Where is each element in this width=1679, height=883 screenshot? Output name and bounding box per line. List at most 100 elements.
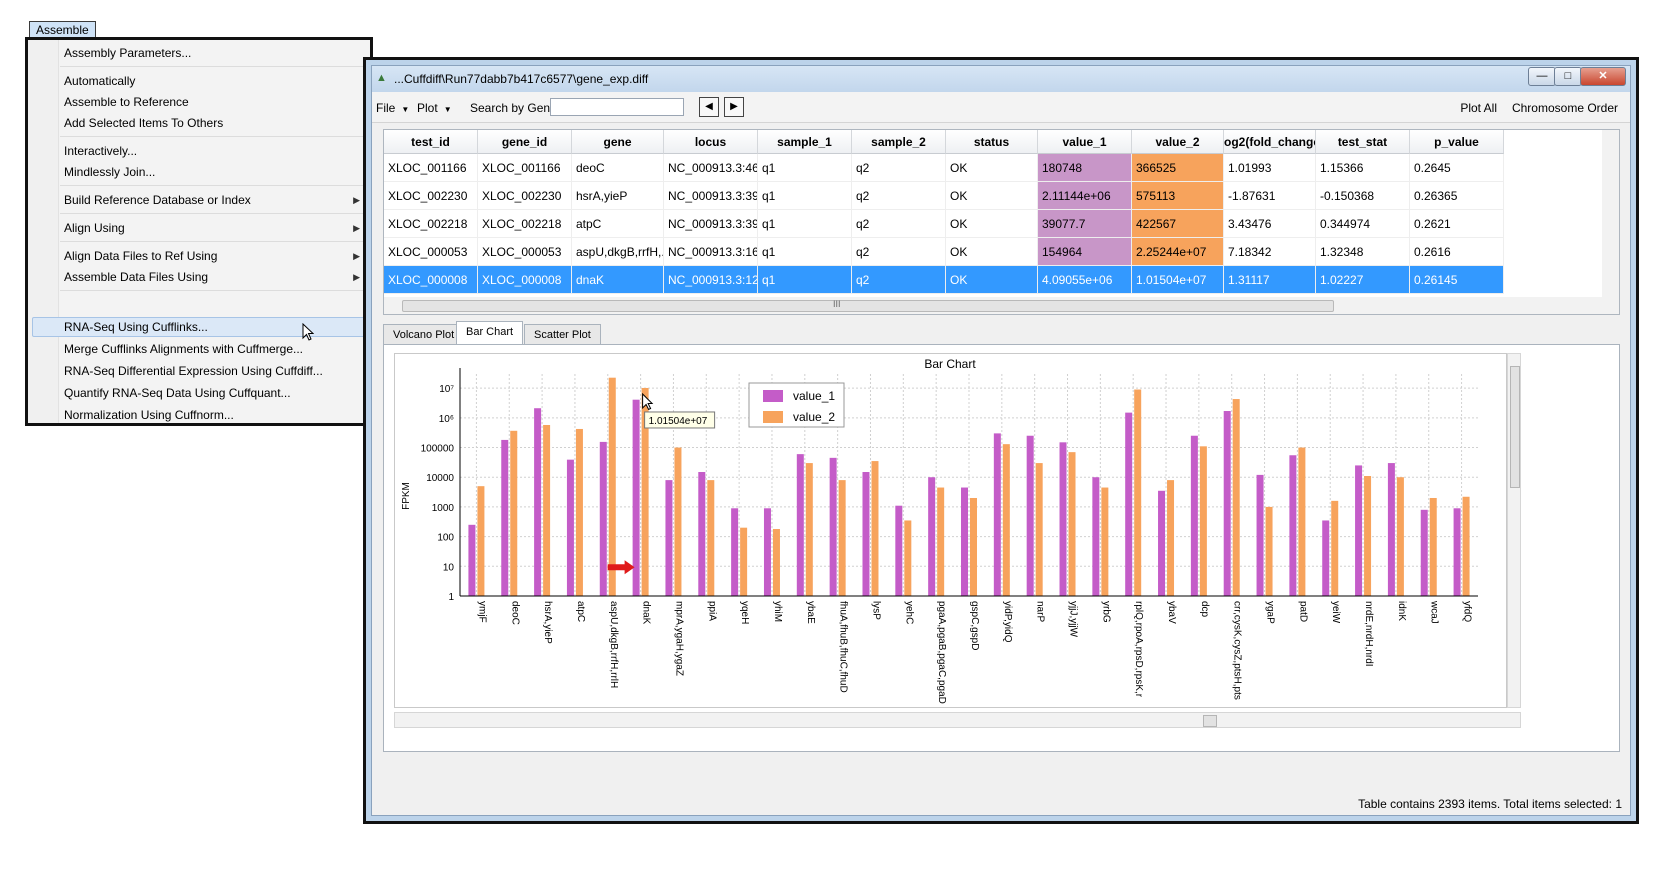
chart-horizontal-scrollbar[interactable] bbox=[394, 712, 1521, 728]
plot-menu-button[interactable]: Plot ▼ bbox=[417, 101, 452, 115]
column-header-gene[interactable]: gene bbox=[572, 130, 664, 154]
next-arrow-icon[interactable]: ▶ bbox=[724, 97, 744, 117]
table-cell[interactable]: OK bbox=[946, 266, 1038, 294]
table-cell[interactable]: XLOC_002218 bbox=[478, 210, 572, 238]
table-cell[interactable]: hsrA,yieP bbox=[572, 182, 664, 210]
table-cell[interactable]: 1.01504e+07 bbox=[1132, 266, 1224, 294]
column-header-og2-fold-change[interactable]: og2(fold_change bbox=[1224, 130, 1316, 154]
table-cell[interactable]: XLOC_002218 bbox=[384, 210, 478, 238]
table-cell[interactable]: 180748 bbox=[1038, 154, 1132, 182]
table-cell[interactable]: 0.2616 bbox=[1410, 238, 1504, 266]
table-cell[interactable]: 1.02227 bbox=[1316, 266, 1410, 294]
menu-item-build-reference-database[interactable]: Build Reference Database or Index bbox=[64, 193, 251, 207]
column-header-locus[interactable]: locus bbox=[664, 130, 758, 154]
close-button[interactable]: ✕ bbox=[1580, 67, 1626, 86]
bar-chart-area[interactable]: Bar Chart 1 10 100 1000 10000 100000 10⁶ 10⁷ FPKM… bbox=[394, 353, 1507, 708]
scroll-thumb[interactable] bbox=[1510, 366, 1520, 488]
table-cell[interactable]: XLOC_002230 bbox=[478, 182, 572, 210]
table-cell[interactable]: q1 bbox=[758, 182, 852, 210]
plot-all-button[interactable]: Plot All bbox=[1460, 101, 1497, 115]
table-cell[interactable]: 0.2645 bbox=[1410, 154, 1504, 182]
table-cell[interactable]: 366525 bbox=[1132, 154, 1224, 182]
table-cell[interactable]: q1 bbox=[758, 266, 852, 294]
table-cell[interactable]: atpC bbox=[572, 210, 664, 238]
table-cell[interactable]: q2 bbox=[852, 182, 946, 210]
title-bar[interactable]: ▲ ...Cuffdiff\Run77dabb7b417c6577\gene_e… bbox=[372, 66, 1630, 92]
table-cell[interactable]: XLOC_001166 bbox=[478, 154, 572, 182]
tab-volcano-plot[interactable]: Volcano Plot bbox=[383, 324, 465, 344]
column-header-test-stat[interactable]: test_stat bbox=[1316, 130, 1410, 154]
table-cell[interactable]: NC_000913.3:39... bbox=[664, 210, 758, 238]
table-horizontal-scrollbar[interactable]: III bbox=[384, 297, 1619, 314]
menu-item-rna-seq-cufflinks[interactable]: RNA-Seq Using Cufflinks... bbox=[64, 320, 208, 334]
table-cell[interactable]: 422567 bbox=[1132, 210, 1224, 238]
table-cell[interactable]: deoC bbox=[572, 154, 664, 182]
column-header-sample-1[interactable]: sample_1 bbox=[758, 130, 852, 154]
table-cell[interactable]: q2 bbox=[852, 210, 946, 238]
table-cell[interactable]: NC_000913.3:12... bbox=[664, 266, 758, 294]
table-cell[interactable]: 575113 bbox=[1132, 182, 1224, 210]
table-cell[interactable]: OK bbox=[946, 210, 1038, 238]
prev-arrow-icon[interactable]: ◀ bbox=[699, 97, 719, 117]
table-cell[interactable]: q1 bbox=[758, 154, 852, 182]
menu-item-assembly-parameters[interactable]: Assembly Parameters... bbox=[64, 46, 191, 60]
table-cell[interactable]: q1 bbox=[758, 238, 852, 266]
tab-bar-chart[interactable]: Bar Chart bbox=[456, 321, 524, 345]
table-cell[interactable]: 0.2621 bbox=[1410, 210, 1504, 238]
column-header-sample-2[interactable]: sample_2 bbox=[852, 130, 946, 154]
column-header-value-2[interactable]: value_2 bbox=[1132, 130, 1224, 154]
menu-item-assemble-to-reference[interactable]: Assemble to Reference bbox=[64, 95, 189, 109]
table-cell[interactable]: XLOC_001166 bbox=[384, 154, 478, 182]
table-cell[interactable]: NC_000913.3:39... bbox=[664, 182, 758, 210]
table-cell[interactable]: -1.87631 bbox=[1224, 182, 1316, 210]
table-cell[interactable]: 2.11144e+06 bbox=[1038, 182, 1132, 210]
scroll-thumb[interactable]: III bbox=[402, 299, 1334, 312]
table-cell[interactable]: aspU,dkgB,rrfH,... bbox=[572, 238, 664, 266]
table-cell[interactable]: 1.15366 bbox=[1316, 154, 1410, 182]
table-vertical-scrollbar[interactable] bbox=[1602, 130, 1619, 298]
column-header-p-value[interactable]: p_value bbox=[1410, 130, 1504, 154]
table-cell[interactable]: dnaK bbox=[572, 266, 664, 294]
search-gene-input[interactable] bbox=[550, 98, 684, 116]
table-cell[interactable]: 1.32348 bbox=[1316, 238, 1410, 266]
menu-item-align-using[interactable]: Align Using bbox=[64, 221, 125, 235]
column-header-gene-id[interactable]: gene_id bbox=[478, 130, 572, 154]
scroll-thumb[interactable] bbox=[1203, 715, 1217, 727]
table-cell[interactable]: 1.31117 bbox=[1224, 266, 1316, 294]
table-cell[interactable]: XLOC_002230 bbox=[384, 182, 478, 210]
table-cell[interactable]: XLOC_000008 bbox=[384, 266, 478, 294]
menu-item-mindlessly-join[interactable]: Mindlessly Join... bbox=[64, 165, 155, 179]
menu-item-align-data-files[interactable]: Align Data Files to Ref Using bbox=[64, 249, 217, 263]
table-cell[interactable]: 7.18342 bbox=[1224, 238, 1316, 266]
table-cell[interactable]: XLOC_000008 bbox=[478, 266, 572, 294]
table-cell[interactable]: 39077.7 bbox=[1038, 210, 1132, 238]
menu-item-normalization-cuffnorm[interactable]: Normalization Using Cuffnorm... bbox=[64, 408, 234, 422]
table-cell[interactable]: 1.01993 bbox=[1224, 154, 1316, 182]
table-cell[interactable]: NC_000913.3:16... bbox=[664, 238, 758, 266]
table-cell[interactable]: 2.25244e+07 bbox=[1132, 238, 1224, 266]
table-cell[interactable]: 0.26145 bbox=[1410, 266, 1504, 294]
chart-vertical-scrollbar[interactable] bbox=[1507, 353, 1521, 708]
table-cell[interactable]: 3.43476 bbox=[1224, 210, 1316, 238]
minimize-button[interactable]: — bbox=[1528, 67, 1556, 86]
menu-item-assemble-data-files[interactable]: Assemble Data Files Using bbox=[64, 270, 208, 284]
table-cell[interactable]: q2 bbox=[852, 238, 946, 266]
table-cell[interactable]: q2 bbox=[852, 154, 946, 182]
table-cell[interactable]: XLOC_000053 bbox=[478, 238, 572, 266]
table-cell[interactable]: OK bbox=[946, 238, 1038, 266]
table-cell[interactable]: 154964 bbox=[1038, 238, 1132, 266]
table-cell[interactable]: XLOC_000053 bbox=[384, 238, 478, 266]
table-cell[interactable]: OK bbox=[946, 182, 1038, 210]
chromosome-order-button[interactable]: Chromosome Order bbox=[1512, 101, 1618, 115]
table-cell[interactable]: 4.09055e+06 bbox=[1038, 266, 1132, 294]
table-cell[interactable]: -0.150368 bbox=[1316, 182, 1410, 210]
file-menu-button[interactable]: File ▼ bbox=[376, 101, 409, 115]
table-cell[interactable]: 0.26365 bbox=[1410, 182, 1504, 210]
menu-item-merge-cuffmerge[interactable]: Merge Cufflinks Alignments with Cuffmerg… bbox=[64, 342, 303, 356]
column-header-test-id[interactable]: test_id bbox=[384, 130, 478, 154]
table-cell[interactable]: q1 bbox=[758, 210, 852, 238]
tab-scatter-plot[interactable]: Scatter Plot bbox=[524, 324, 601, 344]
table-cell[interactable]: OK bbox=[946, 154, 1038, 182]
maximize-button[interactable]: □ bbox=[1554, 67, 1582, 86]
menu-item-interactively[interactable]: Interactively... bbox=[64, 144, 137, 158]
